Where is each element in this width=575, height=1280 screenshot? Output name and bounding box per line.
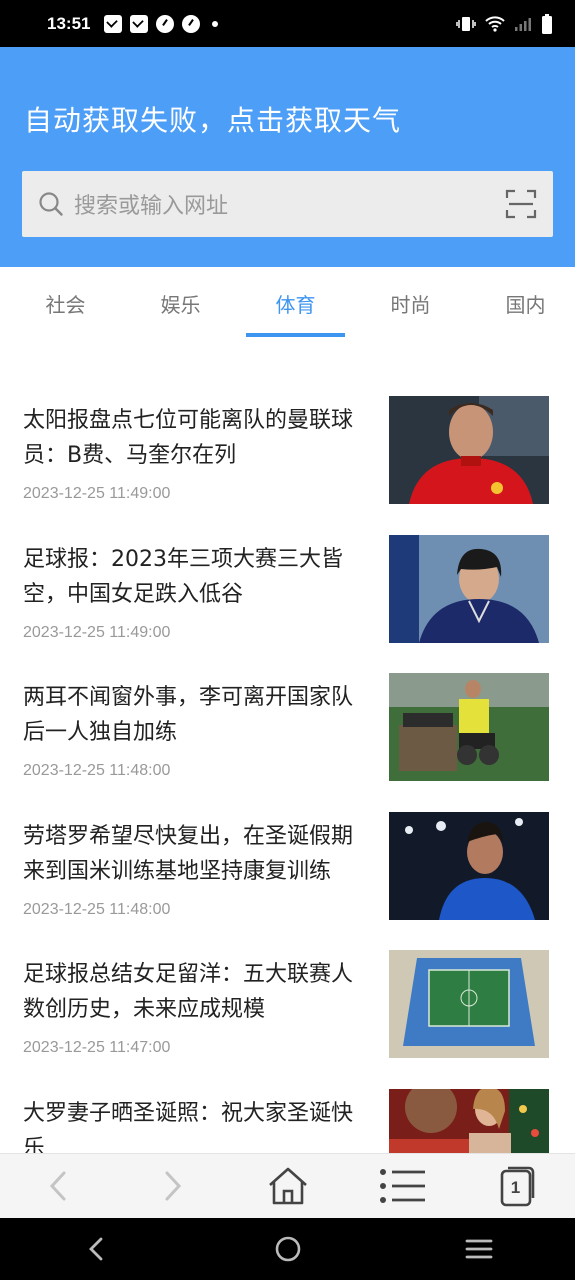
- vibrate-icon: [456, 16, 476, 31]
- category-tabs: 社会 娱乐 体育 时尚 国内: [0, 267, 575, 339]
- news-time: 2023-12-25 11:48:00: [23, 900, 171, 918]
- search-icon: [39, 192, 63, 216]
- browser-toolbar: 1: [0, 1153, 575, 1218]
- notification-icons: [104, 14, 219, 33]
- system-status-icons: [456, 13, 553, 34]
- nav-back-icon: [88, 1237, 103, 1261]
- forward-button[interactable]: [115, 1154, 230, 1218]
- news-title: 大罗妻子晒圣诞照：祝大家圣诞快乐: [23, 1100, 354, 1154]
- news-title: 劳塔罗希望尽快复出，在圣诞假期来到国米训练基地坚持康复训练: [23, 823, 354, 884]
- news-title: 足球报：2023年三项大赛三大皆空，中国女足跌入低谷: [23, 546, 343, 607]
- news-item[interactable]: 太阳报盘点七位可能离队的曼联球员：B费、马奎尔在列 2023-12-25 11:…: [0, 395, 575, 534]
- search-placeholder: 搜索或输入网址: [74, 194, 229, 219]
- news-title: 两耳不闻窗外事，李可离开国家队后一人独自加练: [23, 685, 354, 745]
- news-item[interactable]: 两耳不闻窗外事，李可离开国家队后一人独自加练 2023-12-25 11:48:…: [0, 672, 575, 811]
- news-time: 2023-12-25 11:48:00: [23, 762, 171, 779]
- news-item[interactable]: 足球报：2023年三项大赛三大皆空，中国女足跌入低谷 2023-12-25 11…: [0, 534, 575, 673]
- news-list: 太阳报盘点七位可能离队的曼联球员：B费、马奎尔在列 2023-12-25 11:…: [0, 395, 575, 1153]
- back-button[interactable]: [0, 1154, 115, 1218]
- system-navigation-bar: [0, 1218, 575, 1280]
- news-thumbnail: [389, 950, 549, 1058]
- status-time: 13:51: [47, 13, 91, 33]
- tab-fashion[interactable]: 时尚: [345, 267, 460, 339]
- header: 自动获取失败，点击获取天气 搜索或输入网址: [0, 47, 575, 267]
- news-thumbnail: [389, 396, 549, 504]
- scan-qr-icon[interactable]: [505, 188, 537, 220]
- news-thumbnail: [389, 811, 549, 920]
- mail-notification-icon: [104, 14, 123, 33]
- status-bar: 13:51: [0, 0, 575, 47]
- tabs-count-icon: 1: [499, 1165, 537, 1207]
- search-input[interactable]: 搜索或输入网址: [22, 171, 553, 237]
- news-title: 足球报总结女足留洋：五大联赛人数创历史，未来应成规模: [23, 962, 354, 1022]
- list-menu-icon: [379, 1169, 425, 1203]
- news-time: 2023-12-25 11:49:00: [23, 485, 171, 502]
- mail-notification-icon: [130, 14, 149, 33]
- news-item[interactable]: 大罗妻子晒圣诞照：祝大家圣诞快乐: [0, 1088, 575, 1154]
- news-time: 2023-12-25 11:49:00: [23, 623, 171, 641]
- news-item[interactable]: 足球报总结女足留洋：五大联赛人数创历史，未来应成规模 2023-12-25 11…: [0, 949, 575, 1088]
- chevron-right-icon: [165, 1171, 181, 1201]
- battery-icon: [542, 13, 552, 34]
- weather-prompt[interactable]: 自动获取失败，点击获取天气: [24, 99, 401, 139]
- menu-button[interactable]: [345, 1154, 460, 1218]
- news-thumbnail: [389, 1088, 549, 1153]
- news-time: 2023-12-25 11:47:00: [23, 1039, 171, 1056]
- nav-home-icon: [275, 1236, 300, 1262]
- home-icon: [268, 1167, 307, 1205]
- signal-icon: [515, 17, 531, 31]
- news-title: 太阳报盘点七位可能离队的曼联球员：B费、马奎尔在列: [23, 408, 354, 468]
- tab-sports[interactable]: 体育: [230, 267, 345, 339]
- news-thumbnail: [389, 534, 549, 643]
- app-notification-icon: [182, 14, 201, 33]
- system-recents-button[interactable]: [383, 1218, 575, 1280]
- chevron-left-icon: [49, 1171, 65, 1201]
- tab-society[interactable]: 社会: [0, 267, 115, 339]
- news-item[interactable]: 劳塔罗希望尽快复出，在圣诞假期来到国米训练基地坚持康复训练 2023-12-25…: [0, 811, 575, 950]
- app-notification-icon: [156, 14, 175, 33]
- wifi-icon: [485, 15, 505, 32]
- nav-recents-icon: [465, 1239, 493, 1259]
- system-home-button[interactable]: [192, 1218, 384, 1280]
- tab-count: 1: [510, 1178, 521, 1197]
- tab-domestic[interactable]: 国内: [460, 267, 575, 339]
- tab-entertainment[interactable]: 娱乐: [115, 267, 230, 339]
- news-thumbnail: [389, 673, 549, 781]
- tabs-button[interactable]: 1: [460, 1154, 575, 1218]
- system-back-button[interactable]: [0, 1218, 192, 1280]
- home-button[interactable]: [230, 1154, 345, 1218]
- more-notifications-dot-icon: [212, 20, 219, 27]
